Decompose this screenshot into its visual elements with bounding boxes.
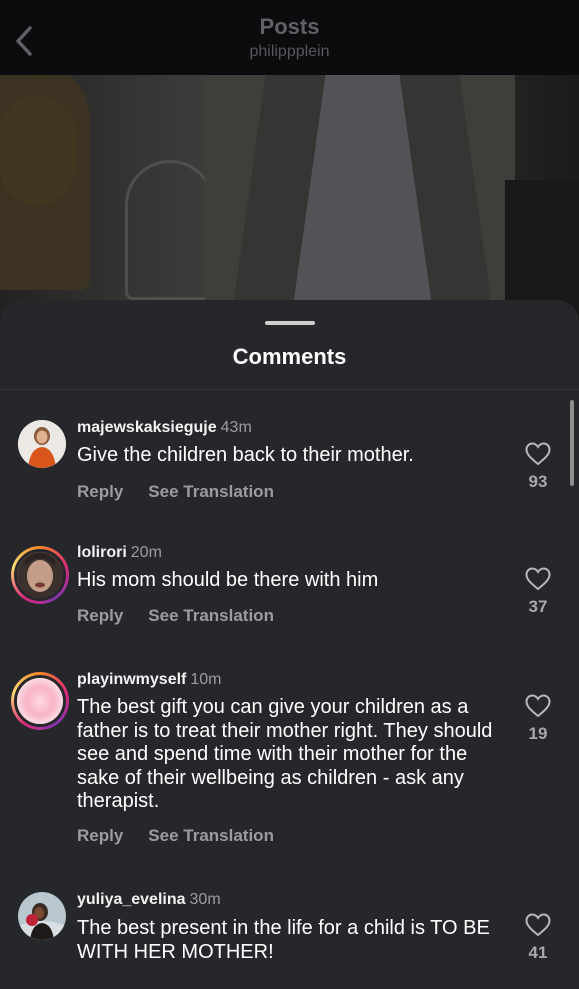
reply-button[interactable]: Reply [77, 826, 123, 846]
comments-sheet: Comments majewskaksieguje 43m Give the ch… [0, 300, 579, 989]
heart-icon[interactable] [525, 913, 551, 937]
comment-username[interactable]: yuliya_evelina [77, 891, 186, 908]
like-control: 37 [519, 567, 557, 617]
see-translation-button[interactable]: See Translation [148, 606, 274, 626]
nav-title: Posts [259, 13, 320, 39]
comment-time: 30m [189, 891, 221, 908]
comment-text: His mom should be there with him [77, 569, 379, 591]
heart-icon[interactable] [525, 567, 551, 591]
avatar-image [17, 678, 63, 724]
like-control: 41 [519, 913, 557, 963]
avatar-story-ring[interactable] [11, 546, 69, 604]
comment-text: The best gift you can give your children… [77, 696, 493, 812]
see-translation-button[interactable]: See Translation [148, 826, 274, 846]
like-count: 19 [528, 724, 548, 743]
chevron-left-icon [16, 26, 32, 56]
scrollbar[interactable] [570, 400, 574, 486]
see-translation-button[interactable]: See Translation [148, 482, 274, 502]
nav-subtitle: philippplein [249, 42, 330, 60]
divider [0, 389, 579, 390]
avatar-image [17, 552, 63, 598]
comment-username[interactable]: playinwmyself [77, 671, 186, 688]
avatar-image [18, 420, 66, 468]
comment-text: Give the children back to their mother. [77, 444, 414, 466]
avatar[interactable] [18, 892, 66, 940]
sheet-drag-handle[interactable] [265, 321, 315, 325]
comment-time: 43m [220, 419, 252, 436]
like-control: 19 [519, 694, 557, 744]
comment-username[interactable]: lolirori [77, 544, 127, 561]
comment-time: 20m [130, 544, 162, 561]
like-count: 41 [528, 943, 548, 962]
comment-text: The best present in the life for a child… [77, 917, 490, 963]
comment-time: 10m [190, 671, 222, 688]
like-control: 93 [519, 442, 557, 492]
reply-button[interactable]: Reply [77, 482, 123, 502]
comment-username[interactable]: majewskaksieguje [77, 419, 217, 436]
reply-button[interactable]: Reply [77, 606, 123, 626]
sheet-title: Comments [232, 344, 347, 369]
top-nav-bar: Posts philippplein [0, 0, 579, 75]
back-button[interactable] [10, 24, 38, 58]
avatar[interactable] [18, 420, 66, 468]
avatar-image [18, 892, 66, 940]
heart-icon[interactable] [525, 694, 551, 718]
heart-icon[interactable] [525, 442, 551, 466]
avatar-story-ring[interactable] [11, 672, 69, 730]
like-count: 37 [528, 597, 548, 616]
like-count: 93 [528, 472, 548, 491]
